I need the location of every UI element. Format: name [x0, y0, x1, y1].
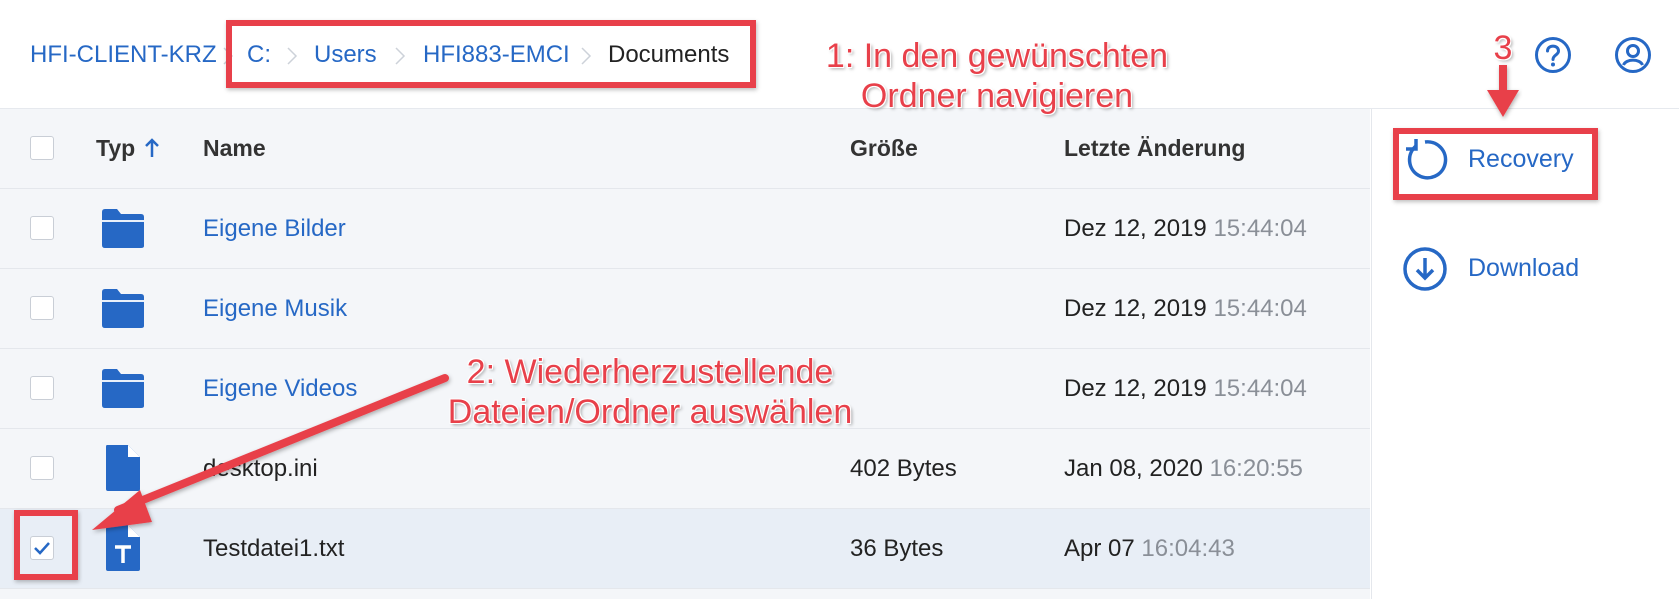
- table-header: Typ Name Größe Letzte Änderung: [0, 109, 1370, 189]
- column-header-type[interactable]: Typ: [96, 135, 135, 162]
- modified-date: Dez 12, 2019 15:44:04: [1064, 375, 1307, 402]
- modified-date: Jan 08, 2020 16:20:55: [1064, 455, 1303, 482]
- row-checkbox[interactable]: [30, 216, 54, 240]
- file-name[interactable]: Testdatei1.txt: [203, 534, 344, 564]
- help-icon[interactable]: [1534, 36, 1572, 74]
- annotation-box-breadcrumb: [226, 20, 756, 88]
- table-row[interactable]: desktop.ini 402 Bytes Jan 08, 2020 16:20…: [0, 429, 1370, 509]
- folder-icon: [102, 369, 144, 408]
- row-checkbox[interactable]: [30, 296, 54, 320]
- folder-icon: [102, 289, 144, 328]
- select-all-checkbox[interactable]: [30, 136, 54, 160]
- table-row[interactable]: Eigene Bilder Dez 12, 2019 15:44:04: [0, 189, 1370, 269]
- file-icon: [106, 445, 140, 491]
- account-icon[interactable]: [1614, 36, 1652, 74]
- annotation-step1: 1: In den gewünschten Ordner navigieren: [825, 37, 1169, 115]
- file-name-link[interactable]: Eigene Bilder: [203, 214, 346, 244]
- text-file-icon: [106, 525, 140, 571]
- folder-icon: [102, 209, 144, 248]
- column-header-size[interactable]: Größe: [850, 135, 918, 162]
- file-name-link[interactable]: Eigene Videos: [203, 374, 357, 404]
- file-name-link[interactable]: Eigene Musik: [203, 294, 347, 324]
- modified-date: Dez 12, 2019 15:44:04: [1064, 215, 1307, 242]
- modified-date: Apr 07 16:04:43: [1064, 535, 1235, 562]
- table-row[interactable]: Eigene Musik Dez 12, 2019 15:44:04: [0, 269, 1370, 349]
- download-label: Download: [1468, 254, 1580, 282]
- file-name[interactable]: desktop.ini: [203, 454, 318, 484]
- table-row[interactable]: Testdatei1.txt 36 Bytes Apr 07 16:04:43: [0, 509, 1370, 589]
- annotation-box-checkbox: [14, 510, 78, 580]
- download-button[interactable]: Download: [1402, 246, 1622, 296]
- file-size: 36 Bytes: [850, 535, 944, 562]
- breadcrumb-root[interactable]: HFI-CLIENT-KRZ: [30, 40, 217, 70]
- column-header-modified[interactable]: Letzte Änderung: [1064, 135, 1245, 162]
- arrow-up-icon[interactable]: [144, 137, 160, 159]
- annotation-step3: 3: [1493, 29, 1513, 67]
- modified-date: Dez 12, 2019 15:44:04: [1064, 295, 1307, 322]
- annotation-step2: 2: Wiederherzustellende Dateien/Ordner a…: [447, 353, 853, 431]
- column-header-name[interactable]: Name: [203, 135, 266, 162]
- row-checkbox[interactable]: [30, 456, 54, 480]
- row-checkbox[interactable]: [30, 376, 54, 400]
- file-size: 402 Bytes: [850, 455, 957, 482]
- download-icon: [1403, 247, 1447, 291]
- annotation-box-recovery: [1393, 128, 1598, 200]
